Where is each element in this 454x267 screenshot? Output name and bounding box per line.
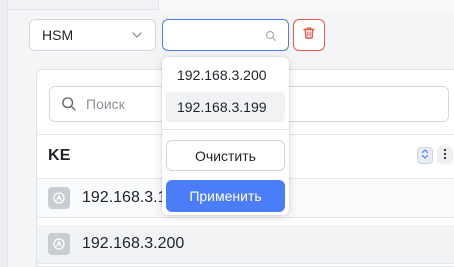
chevron-down-icon: [130, 28, 144, 42]
device-icon: [48, 187, 70, 209]
row-ip: 192.168.3.1: [82, 189, 167, 206]
sort-button[interactable]: [417, 147, 433, 164]
device-icon: [48, 233, 70, 255]
dropdown-divider: [162, 129, 289, 130]
row-ip: 192.168.3.200: [82, 235, 185, 252]
ip-filter-input[interactable]: [162, 19, 289, 51]
table-row[interactable]: 192.168.3.200: [37, 225, 454, 264]
type-select[interactable]: HSM: [29, 19, 156, 51]
left-panel-border: [0, 0, 8, 267]
trash-icon: [301, 25, 317, 46]
sort-icon: [420, 147, 430, 165]
delete-button[interactable]: [293, 19, 325, 51]
dropdown-option[interactable]: 192.168.3.199: [166, 92, 285, 122]
column-title: KE: [48, 147, 71, 164]
type-select-value: HSM: [42, 27, 74, 43]
ip-filter-dropdown: 192.168.3.200 192.168.3.199 Очистить При…: [162, 57, 289, 215]
top-tab-strip: [8, 0, 454, 10]
dropdown-option[interactable]: 192.168.3.200: [166, 60, 285, 90]
apply-button[interactable]: Применить: [166, 180, 285, 212]
search-icon: [61, 96, 77, 112]
search-icon: [265, 29, 277, 42]
clear-button[interactable]: Очистить: [166, 140, 285, 171]
top-tab-segment: [158, 0, 454, 10]
more-options-button[interactable]: [437, 147, 453, 164]
more-vertical-icon: [443, 147, 447, 165]
